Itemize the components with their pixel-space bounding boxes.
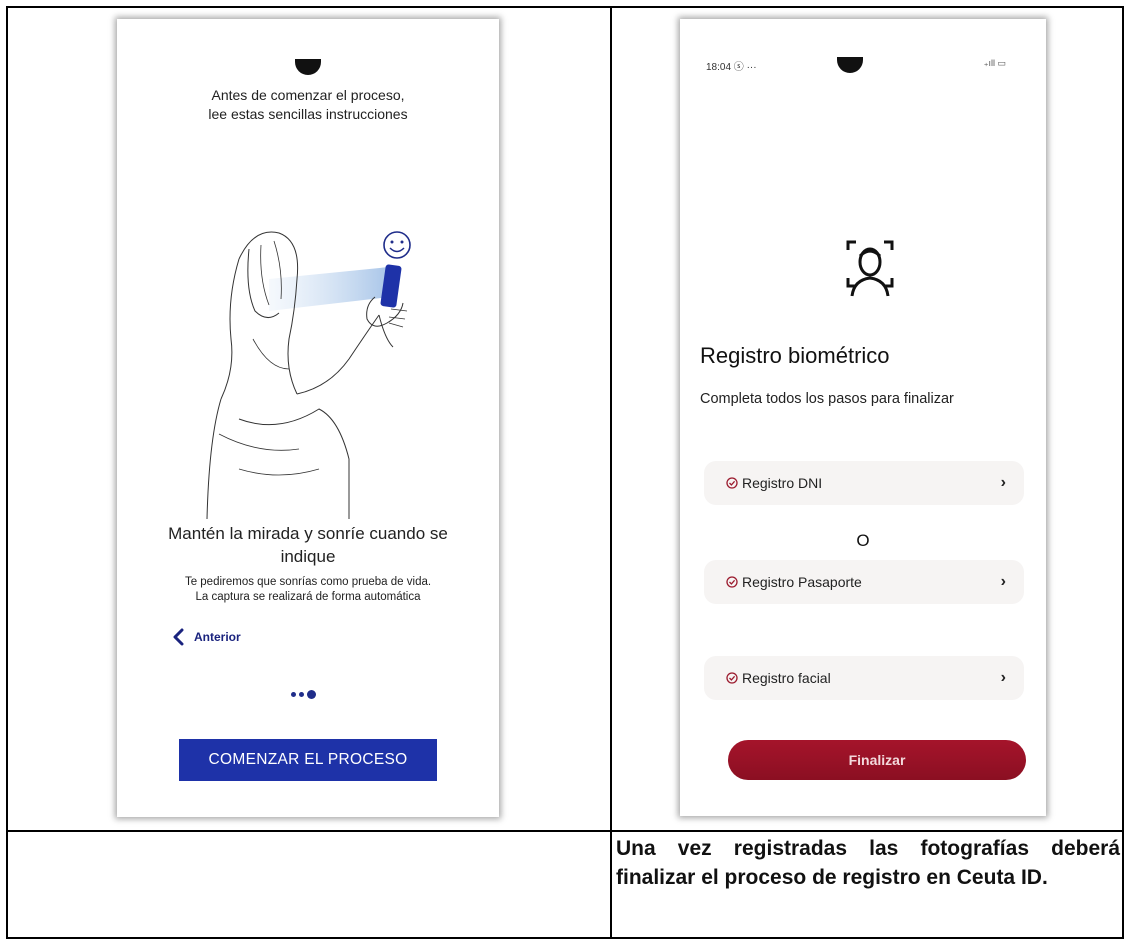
table-column-divider (610, 6, 612, 939)
intro-line-2: lee estas sencillas instrucciones (208, 106, 408, 122)
page-title: Registro biométrico (700, 343, 890, 368)
chevron-right-icon: › (1000, 669, 1006, 686)
page-dot (291, 692, 296, 697)
headline-line-1: Mantén la mirada y sonríe cuando se (168, 524, 448, 543)
check-circle-icon (726, 672, 738, 684)
woman-selfie-illustration-icon (206, 231, 411, 519)
subtext-line-1: Te pediremos que sonrías como prueba de … (184, 576, 432, 588)
item-label: Registro facial (742, 670, 831, 686)
page-dot-active (307, 690, 316, 699)
or-separator: O (856, 531, 870, 550)
instructions-screen: Antes de comenzar el proceso, lee estas … (117, 19, 499, 817)
camera-notch (837, 57, 863, 73)
chevron-right-icon: › (1000, 573, 1006, 590)
instruction-headline: Mantén la mirada y sonríe cuando se indi… (117, 522, 499, 568)
page-subtitle: Completa todos los pasos para finalizar (700, 391, 954, 407)
chevron-right-icon: › (1000, 474, 1006, 491)
check-circle-icon (726, 576, 738, 588)
back-label: Anterior (194, 630, 241, 644)
intro-line-1: Antes de comenzar el proceso, (211, 87, 405, 103)
chevron-left-icon (173, 628, 184, 646)
registro-dni-item[interactable]: Registro DNI › (704, 461, 1024, 505)
registro-facial-item[interactable]: Registro facial › (704, 656, 1024, 700)
page-dot (299, 692, 304, 697)
back-button[interactable]: Anterior (172, 625, 241, 649)
start-process-button[interactable]: COMENZAR EL PROCESO (179, 739, 437, 781)
item-label: Registro DNI (742, 475, 823, 491)
headline-line-2: indique (280, 547, 336, 566)
subtext-line-2: La captura se realizará de forma automát… (195, 591, 421, 603)
caption-text: Una vez registradas las fotografías debe… (616, 837, 1120, 889)
page-indicator (291, 690, 316, 699)
table-row-divider (6, 830, 1124, 832)
intro-text: Antes de comenzar el proceso, lee estas … (117, 86, 499, 124)
check-circle-icon (726, 477, 738, 489)
smile-icon (383, 231, 411, 259)
status-icons: ₊ıll ▭ (983, 58, 1006, 68)
item-label: Registro Pasaporte (742, 574, 862, 590)
finish-button[interactable]: Finalizar (728, 740, 1026, 780)
camera-notch (295, 59, 321, 75)
biometric-registration-screen: 18:04 ⓢ ··· ₊ıll ▭ Registro biométrico C… (680, 19, 1046, 816)
status-time: 18:04 ⓢ ··· (706, 62, 757, 73)
instruction-subtext: Te pediremos que sonrías como prueba de … (117, 575, 499, 605)
registro-pasaporte-item[interactable]: Registro Pasaporte › (704, 560, 1024, 604)
face-scan-icon (846, 240, 894, 297)
